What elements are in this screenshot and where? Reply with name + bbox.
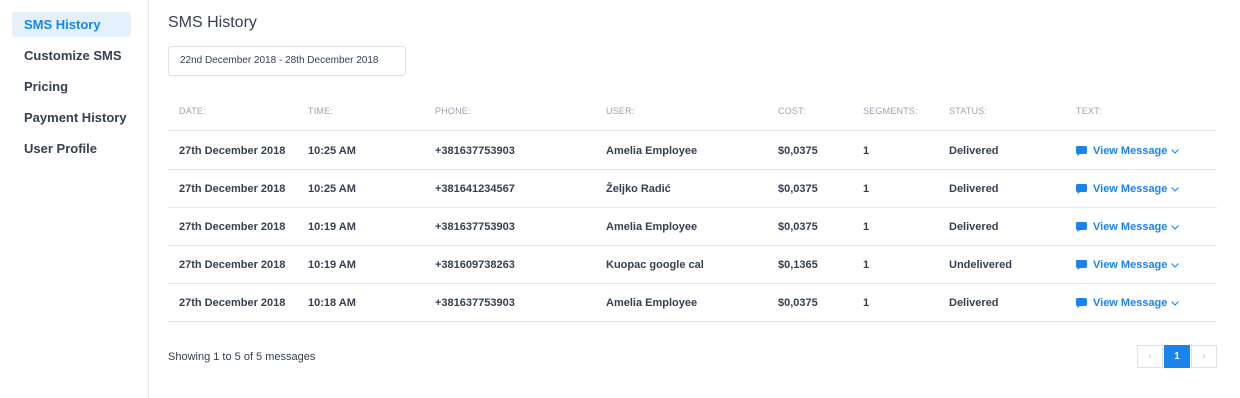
cell-cost: $0,0375 bbox=[778, 145, 818, 157]
view-message-link[interactable]: View Message bbox=[1076, 170, 1180, 208]
header-date: DATE: bbox=[179, 106, 206, 116]
cell-phone: +381641234567 bbox=[435, 183, 515, 195]
pagination: ‹ 1 › bbox=[1136, 345, 1217, 368]
view-message-label: View Message bbox=[1093, 297, 1168, 309]
cell-date: 27th December 2018 bbox=[179, 221, 286, 233]
chevron-down-icon bbox=[1171, 262, 1180, 268]
view-message-label: View Message bbox=[1093, 259, 1168, 271]
cell-user: Kuopac google cal bbox=[606, 259, 704, 271]
cell-user: Amelia Employee bbox=[606, 221, 698, 233]
cell-phone: +381637753903 bbox=[435, 145, 515, 157]
cell-user: Amelia Employee bbox=[606, 297, 698, 309]
cell-time: 10:19 AM bbox=[308, 221, 356, 233]
table-row: 27th December 2018 10:18 AM +38163775390… bbox=[168, 284, 1217, 322]
table-row: 27th December 2018 10:19 AM +38163775390… bbox=[168, 208, 1217, 246]
sidebar-item-customize-sms[interactable]: Customize SMS bbox=[12, 43, 131, 68]
cell-phone: +381609738263 bbox=[435, 259, 515, 271]
cell-status: Delivered bbox=[949, 145, 999, 157]
chevron-down-icon bbox=[1171, 300, 1180, 306]
cell-segments: 1 bbox=[863, 259, 870, 271]
cell-cost: $0,0375 bbox=[778, 183, 818, 195]
page-title: SMS History bbox=[168, 14, 257, 31]
table-row: 27th December 2018 10:19 AM +38160973826… bbox=[168, 246, 1217, 284]
view-message-label: View Message bbox=[1093, 183, 1168, 195]
chevron-down-icon bbox=[1171, 186, 1180, 192]
sidebar-item-sms-history[interactable]: SMS History bbox=[12, 12, 131, 37]
cell-cost: $0,0375 bbox=[778, 221, 818, 233]
main-content: SMS History 22nd December 2018 - 28th De… bbox=[168, 0, 1218, 398]
pagination-next-button[interactable]: › bbox=[1191, 345, 1217, 368]
chat-bubble-icon bbox=[1076, 260, 1087, 270]
results-summary: Showing 1 to 5 of 5 messages bbox=[168, 351, 316, 363]
view-message-link[interactable]: View Message bbox=[1076, 132, 1180, 170]
table-row: 27th December 2018 10:25 AM +38164123456… bbox=[168, 170, 1217, 208]
header-phone: PHONE: bbox=[435, 106, 471, 116]
pagination-page-button[interactable]: 1 bbox=[1164, 345, 1190, 368]
cell-time: 10:25 AM bbox=[308, 145, 356, 157]
sidebar-item-pricing[interactable]: Pricing bbox=[12, 74, 131, 99]
table-row: 27th December 2018 10:25 AM +38163775390… bbox=[168, 132, 1217, 170]
cell-user: Željko Radić bbox=[606, 183, 671, 195]
cell-date: 27th December 2018 bbox=[179, 259, 286, 271]
header-time: TIME: bbox=[308, 106, 333, 116]
cell-phone: +381637753903 bbox=[435, 297, 515, 309]
chat-bubble-icon bbox=[1076, 298, 1087, 308]
cell-segments: 1 bbox=[863, 183, 870, 195]
cell-status: Undelivered bbox=[949, 259, 1012, 271]
view-message-link[interactable]: View Message bbox=[1076, 284, 1180, 322]
cell-phone: +381637753903 bbox=[435, 221, 515, 233]
cell-user: Amelia Employee bbox=[606, 145, 698, 157]
header-cost: COST: bbox=[778, 106, 806, 116]
chat-bubble-icon bbox=[1076, 222, 1087, 232]
cell-date: 27th December 2018 bbox=[179, 145, 286, 157]
date-range-picker[interactable]: 22nd December 2018 - 28th December 2018 bbox=[168, 46, 406, 76]
cell-cost: $0,1365 bbox=[778, 259, 818, 271]
cell-cost: $0,0375 bbox=[778, 297, 818, 309]
header-segments: SEGMENTS: bbox=[863, 106, 918, 116]
table-header: DATE: TIME: PHONE: USER: COST: SEGMENTS:… bbox=[168, 99, 1217, 131]
sidebar-item-user-profile[interactable]: User Profile bbox=[12, 136, 131, 161]
header-text: TEXT: bbox=[1076, 106, 1102, 116]
chevron-down-icon bbox=[1171, 148, 1180, 154]
cell-time: 10:19 AM bbox=[308, 259, 356, 271]
cell-time: 10:25 AM bbox=[308, 183, 356, 195]
cell-date: 27th December 2018 bbox=[179, 297, 286, 309]
header-status: STATUS: bbox=[949, 106, 988, 116]
view-message-label: View Message bbox=[1093, 221, 1168, 233]
chevron-down-icon bbox=[1171, 224, 1180, 230]
cell-status: Delivered bbox=[949, 183, 999, 195]
chat-bubble-icon bbox=[1076, 184, 1087, 194]
cell-date: 27th December 2018 bbox=[179, 183, 286, 195]
cell-segments: 1 bbox=[863, 297, 870, 309]
chat-bubble-icon bbox=[1076, 146, 1087, 156]
cell-status: Delivered bbox=[949, 297, 999, 309]
cell-segments: 1 bbox=[863, 145, 870, 157]
pagination-prev-button[interactable]: ‹ bbox=[1137, 345, 1163, 368]
view-message-link[interactable]: View Message bbox=[1076, 208, 1180, 246]
cell-time: 10:18 AM bbox=[308, 297, 356, 309]
view-message-label: View Message bbox=[1093, 145, 1168, 157]
header-user: USER: bbox=[606, 106, 635, 116]
view-message-link[interactable]: View Message bbox=[1076, 246, 1180, 284]
sidebar: SMS History Customize SMS Pricing Paymen… bbox=[0, 0, 149, 398]
cell-status: Delivered bbox=[949, 221, 999, 233]
sidebar-item-payment-history[interactable]: Payment History bbox=[12, 105, 131, 130]
cell-segments: 1 bbox=[863, 221, 870, 233]
